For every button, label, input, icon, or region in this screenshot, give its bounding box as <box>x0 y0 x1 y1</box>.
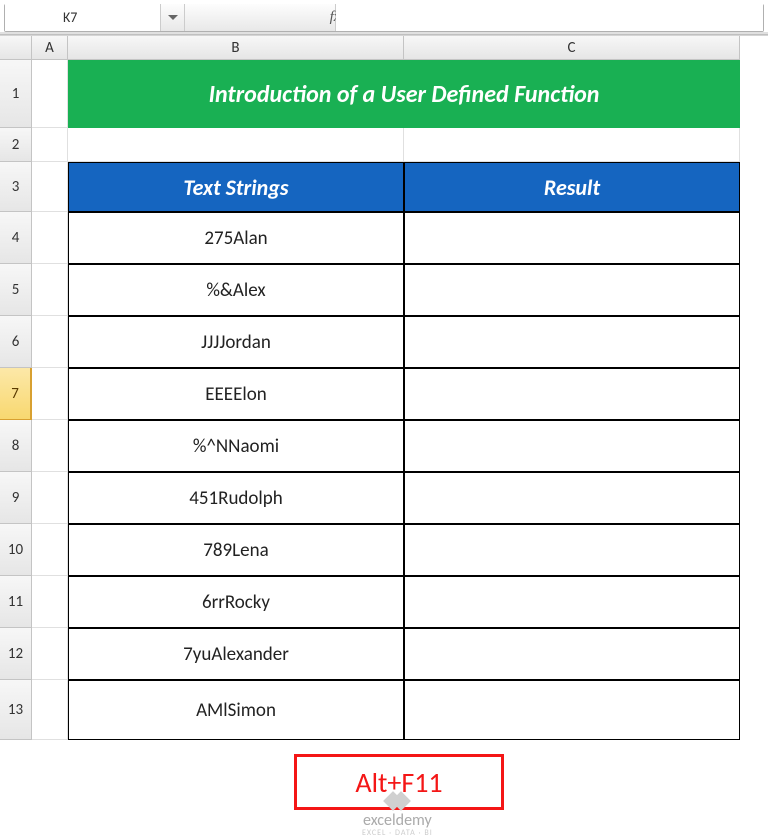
cell-a6[interactable] <box>32 316 68 368</box>
row-header-3[interactable]: 3 <box>0 162 32 212</box>
watermark: exceldemy EXCEL · DATA · BI <box>362 794 433 837</box>
cell-b4[interactable]: 275Alan <box>68 212 404 264</box>
cell-b9[interactable]: 451Rudolph <box>68 472 404 524</box>
cell-a9[interactable] <box>32 472 68 524</box>
cell-c10[interactable] <box>404 524 740 576</box>
row-header-8[interactable]: 8 <box>0 420 32 472</box>
cell-c13[interactable] <box>404 680 740 740</box>
formula-input[interactable] <box>336 4 763 31</box>
cell-b13[interactable]: AMlSimon <box>68 680 404 740</box>
row-header-13[interactable]: 13 <box>0 680 32 740</box>
cell-b10[interactable]: 789Lena <box>68 524 404 576</box>
cell-a13[interactable] <box>32 680 68 740</box>
row-header-2[interactable]: 2 <box>0 128 32 162</box>
fx-button[interactable]: fx <box>185 4 336 31</box>
cell-a12[interactable] <box>32 628 68 680</box>
row-header-9[interactable]: 9 <box>0 472 32 524</box>
watermark-tagline: EXCEL · DATA · BI <box>362 829 433 837</box>
chevron-down-icon <box>168 15 178 21</box>
row-header-6[interactable]: 6 <box>0 316 32 368</box>
cell-c9[interactable] <box>404 472 740 524</box>
cell-a2[interactable] <box>32 128 68 162</box>
table-header-text[interactable]: Text Strings <box>68 162 404 212</box>
watermark-icon <box>389 794 405 811</box>
spreadsheet-grid: A B C 1 Introduction of a User Defined F… <box>0 35 768 740</box>
col-header-a[interactable]: A <box>32 36 68 60</box>
row-header-12[interactable]: 12 <box>0 628 32 680</box>
cell-c2[interactable] <box>404 128 740 162</box>
row-header-4[interactable]: 4 <box>0 212 32 264</box>
cell-c5[interactable] <box>404 264 740 316</box>
cell-a11[interactable] <box>32 576 68 628</box>
cell-a4[interactable] <box>32 212 68 264</box>
row-header-1[interactable]: 1 <box>0 60 32 128</box>
row-header-5[interactable]: 5 <box>0 264 32 316</box>
cell-c8[interactable] <box>404 420 740 472</box>
formula-bar: K7 fx <box>4 4 764 32</box>
cell-c11[interactable] <box>404 576 740 628</box>
cell-a3[interactable] <box>32 162 68 212</box>
cell-b5[interactable]: %&Alex <box>68 264 404 316</box>
cell-b8[interactable]: %^NNaomi <box>68 420 404 472</box>
select-all-corner[interactable] <box>0 36 32 60</box>
cell-a7[interactable] <box>32 368 68 420</box>
cell-c4[interactable] <box>404 212 740 264</box>
row-header-10[interactable]: 10 <box>0 524 32 576</box>
cell-a1[interactable] <box>32 60 68 128</box>
title-cell[interactable]: Introduction of a User Defined Function <box>68 60 740 128</box>
cell-a5[interactable] <box>32 264 68 316</box>
cell-c6[interactable] <box>404 316 740 368</box>
row-header-7[interactable]: 7 <box>0 368 32 420</box>
name-box[interactable]: K7 <box>5 4 161 31</box>
name-box-dropdown[interactable] <box>161 4 185 31</box>
cell-b11[interactable]: 6rrRocky <box>68 576 404 628</box>
cell-b12[interactable]: 7yuAlexander <box>68 628 404 680</box>
cell-c12[interactable] <box>404 628 740 680</box>
cell-b2[interactable] <box>68 128 404 162</box>
cell-a10[interactable] <box>32 524 68 576</box>
col-header-c[interactable]: C <box>404 36 740 60</box>
cell-b7[interactable]: EEEElon <box>68 368 404 420</box>
table-header-result[interactable]: Result <box>404 162 740 212</box>
col-header-b[interactable]: B <box>68 36 404 60</box>
cell-b6[interactable]: JJJJordan <box>68 316 404 368</box>
row-header-11[interactable]: 11 <box>0 576 32 628</box>
watermark-brand: exceldemy <box>363 813 432 829</box>
cell-a8[interactable] <box>32 420 68 472</box>
cell-c7[interactable] <box>404 368 740 420</box>
